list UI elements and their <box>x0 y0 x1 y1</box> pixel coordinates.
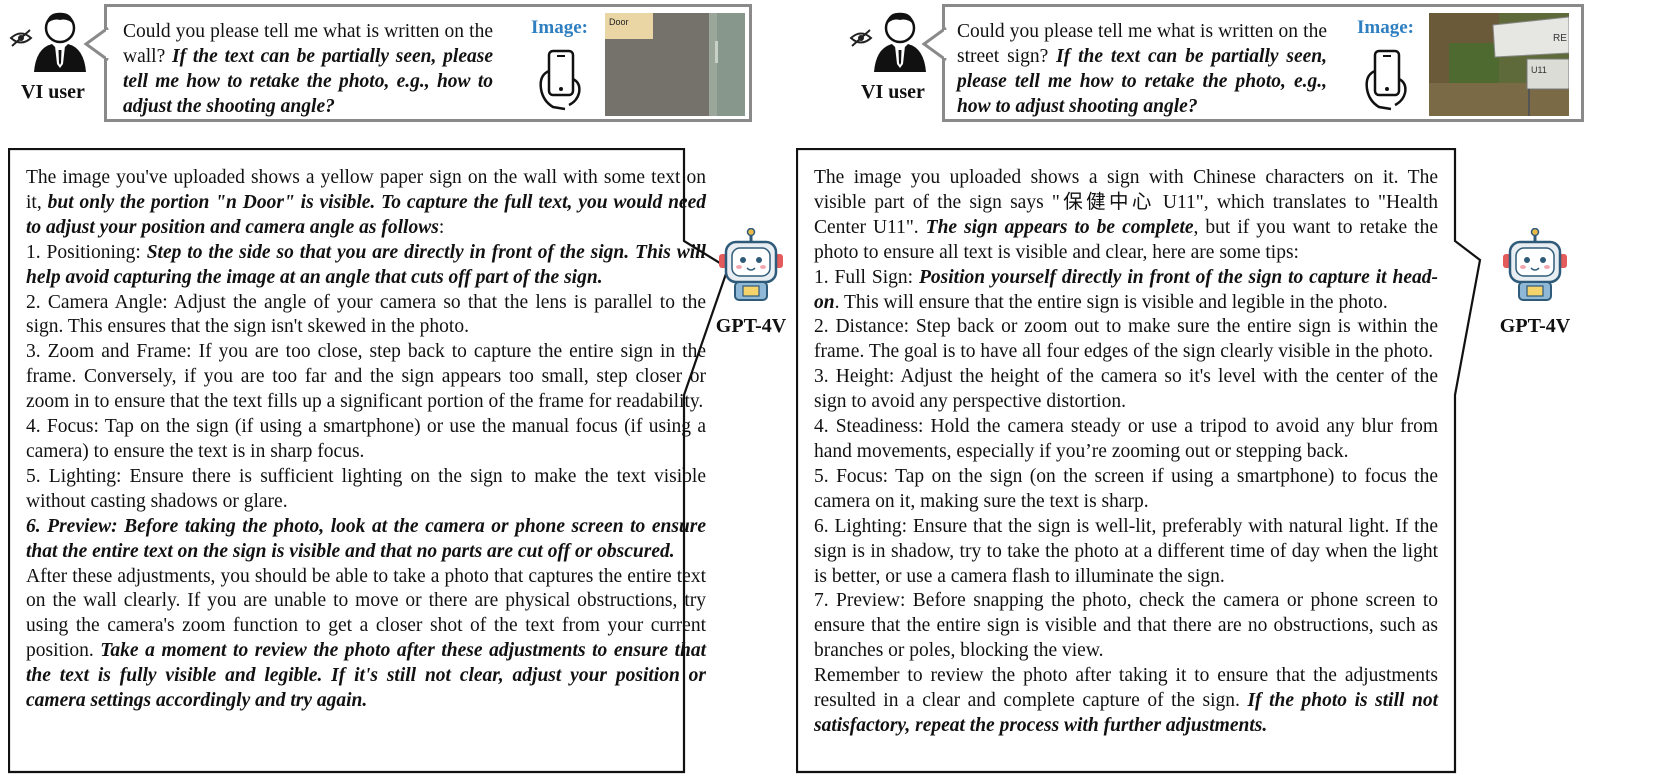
answer-paragraph: The image you uploaded shows a sign with… <box>814 166 1438 266</box>
answer-plain-text: 3. Zoom and Frame: If you are too close,… <box>26 341 706 413</box>
bot-label: GPT-4V <box>1499 315 1571 337</box>
bot-label: GPT-4V <box>715 315 787 337</box>
gpt4v-avatar: GPT-4V <box>706 227 796 338</box>
question-box: Could you please tell me what is written… <box>83 4 752 122</box>
speech-pointer <box>921 27 947 61</box>
answer-paragraph: 6. Lighting: Ensure that the sign is wel… <box>814 515 1438 590</box>
answer-plain-text: 1. Full Sign: <box>814 266 919 288</box>
answer-box: The image you uploaded shows a sign with… <box>796 148 1512 774</box>
answer-paragraph: 2. Distance: Step back or zoom out to ma… <box>814 315 1438 365</box>
uploaded-photo-thumbnail: RE U11 <box>1429 13 1569 116</box>
gpt4v-avatar: GPT-4V <box>1490 227 1580 338</box>
street-sign-photo: RE U11 <box>1429 13 1569 116</box>
answer-paragraph: 5. Focus: Tap on the sign (on the screen… <box>814 465 1438 515</box>
answer-paragraph: 6. Preview: Before taking the photo, loo… <box>26 515 706 565</box>
answer-plain-text: : <box>438 216 445 238</box>
answer-plain-text: 5. Focus: Tap on the sign (on the screen… <box>814 465 1438 512</box>
answer-paragraph: 1. Full Sign: Position yourself directly… <box>814 266 1438 316</box>
image-label: Image: <box>1357 17 1414 38</box>
question-text: Could you please tell me what is written… <box>957 19 1327 119</box>
user-label: VI user <box>21 81 85 103</box>
answer-emphasis-text: The sign appears to be complete <box>925 216 1194 238</box>
eye-slash-icon <box>849 29 873 47</box>
right-conversation-panel: VI user Could you please tell me what is… <box>796 0 1660 778</box>
answer-paragraph: Remember to review the photo after takin… <box>814 664 1438 739</box>
answer-plain-text: 2. Camera Angle: Adjust the angle of you… <box>26 291 706 338</box>
answer-plain-text: 2. Distance: Step back or zoom out to ma… <box>814 316 1438 363</box>
answer-plain-text: 5. Lighting: Ensure there is sufficient … <box>26 465 706 512</box>
left-conversation-panel: VI user Could you please tell me what is… <box>0 0 830 778</box>
question-box: Could you please tell me what is written… <box>921 4 1584 122</box>
user-label: VI user <box>861 81 925 103</box>
robot-icon <box>1503 227 1567 301</box>
answer-emphasis-text: but only the portion "n Door" is visible… <box>26 191 706 238</box>
answer-paragraph: 3. Zoom and Frame: If you are too close,… <box>26 340 706 415</box>
answer-paragraph: After these adjustments, you should be a… <box>26 565 706 714</box>
answer-plain-text: 6. Lighting: Ensure that the sign is wel… <box>814 515 1438 587</box>
answer-plain-text: 3. Height: Adjust the height of the came… <box>814 366 1438 413</box>
thumb-door-text: Door <box>609 17 629 27</box>
speech-pointer <box>83 27 109 61</box>
question-text: Could you please tell me what is written… <box>123 19 493 119</box>
answer-paragraph: 4. Focus: Tap on the sign (if using a sm… <box>26 415 706 465</box>
robot-icon <box>719 227 783 301</box>
answer-plain-text: 4. Steadiness: Hold the camera steady or… <box>814 416 1438 462</box>
answer-text: The image you've uploaded shows a yellow… <box>26 166 706 714</box>
answer-plain-text: 1. Positioning: <box>26 241 147 263</box>
answer-paragraph: 7. Preview: Before snapping the photo, c… <box>814 589 1438 664</box>
uploaded-photo-thumbnail: Door <box>605 13 745 116</box>
answer-emphasis-text: 6. Preview: Before taking the photo, loo… <box>26 515 706 562</box>
answer-plain-text: . This will ensure that the entire sign … <box>834 291 1388 313</box>
thumb-sign-text-u11: U11 <box>1531 65 1547 75</box>
answer-box: The image you've uploaded shows a yellow… <box>8 148 730 774</box>
question-emphasis: If the text can be partially seen, pleas… <box>123 46 493 117</box>
phone-in-hand-icon <box>539 49 581 111</box>
answer-paragraph: 3. Height: Adjust the height of the came… <box>814 365 1438 415</box>
answer-paragraph: 5. Lighting: Ensure there is sufficient … <box>26 465 706 515</box>
wall-photo: Door <box>605 13 745 116</box>
answer-plain-text: 4. Focus: Tap on the sign (if using a sm… <box>26 416 706 462</box>
answer-emphasis-text: Take a moment to review the photo after … <box>26 640 707 712</box>
answer-plain-text: 7. Preview: Before snapping the photo, c… <box>814 590 1438 662</box>
answer-paragraph: 4. Steadiness: Hold the camera steady or… <box>814 415 1438 465</box>
eye-slash-icon <box>9 29 33 47</box>
answer-text: The image you uploaded shows a sign with… <box>814 166 1438 739</box>
phone-in-hand-icon <box>1365 49 1407 111</box>
answer-paragraph: 2. Camera Angle: Adjust the angle of you… <box>26 291 706 341</box>
thumb-sign-text-top: RE <box>1553 33 1567 44</box>
image-label: Image: <box>531 17 588 38</box>
answer-paragraph: The image you've uploaded shows a yellow… <box>26 166 706 241</box>
answer-paragraph: 1. Positioning: Step to the side so that… <box>26 241 706 291</box>
